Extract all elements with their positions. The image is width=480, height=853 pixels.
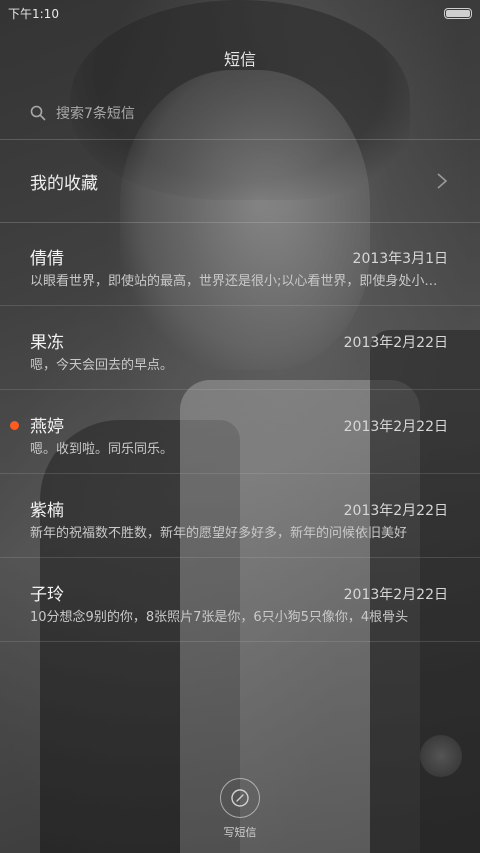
compose-label: 写短信 (223, 826, 257, 839)
compose-button[interactable] (220, 778, 260, 818)
search-bar[interactable]: 搜索7条短信 (30, 98, 450, 128)
message-date: 2013年2月22日 (343, 419, 448, 435)
conversation-item[interactable]: 子玲 2013年2月22日 10分想念9别的你，8张照片7张是你，6只小狗5只像… (0, 558, 480, 642)
status-bar: 下午1:10 (0, 0, 480, 26)
compose-pen-icon (231, 789, 249, 807)
compose-area: 写短信 (0, 778, 480, 840)
contact-name: 燕婷 (30, 417, 64, 437)
message-date: 2013年2月22日 (343, 587, 448, 603)
conversation-item[interactable]: 果冻 2013年2月22日 嗯，今天会回去的早点。 (0, 306, 480, 390)
contact-name: 紫楠 (30, 501, 64, 521)
favorites-label: 我的收藏 (30, 173, 98, 194)
unread-dot-icon (10, 421, 19, 430)
conversation-list: 倩倩 2013年3月1日 以眼看世界，即使站的最高，世界还是很小;以心看世界，即… (0, 222, 480, 642)
message-preview: 嗯，今天会回去的早点。 (30, 358, 174, 373)
chevron-right-icon (437, 173, 448, 189)
search-icon (30, 105, 46, 121)
battery-icon (444, 7, 472, 19)
message-date: 2013年2月22日 (343, 503, 448, 519)
message-preview: 10分想念9别的你，8张照片7张是你，6只小狗5只像你，4根骨头 (30, 610, 409, 625)
conversation-item[interactable]: 倩倩 2013年3月1日 以眼看世界，即使站的最高，世界还是很小;以心看世界，即… (0, 222, 480, 306)
message-preview: 嗯。收到啦。同乐同乐。 (30, 442, 174, 457)
contact-name: 果冻 (30, 333, 64, 353)
search-input[interactable]: 搜索7条短信 (56, 103, 135, 123)
message-preview: 新年的祝福数不胜数，新年的愿望好多好多，新年的问候依旧美好 (30, 526, 408, 541)
message-preview: 以眼看世界，即使站的最高，世界还是很小;以心看世界，即使身处小屋，世界也是很大 (30, 274, 448, 289)
conversation-item[interactable]: 燕婷 2013年2月22日 嗯。收到啦。同乐同乐。 (0, 390, 480, 474)
page-title: 短信 (223, 50, 256, 69)
status-time: 下午1:10 (8, 6, 59, 21)
message-date: 2013年2月22日 (343, 335, 448, 351)
favorites-row[interactable]: 我的收藏 (0, 140, 480, 222)
conversation-item[interactable]: 紫楠 2013年2月22日 新年的祝福数不胜数，新年的愿望好多好多，新年的问候依… (0, 474, 480, 558)
message-date: 2013年3月1日 (352, 251, 448, 267)
contact-name: 倩倩 (30, 249, 64, 269)
contact-name: 子玲 (30, 585, 64, 605)
